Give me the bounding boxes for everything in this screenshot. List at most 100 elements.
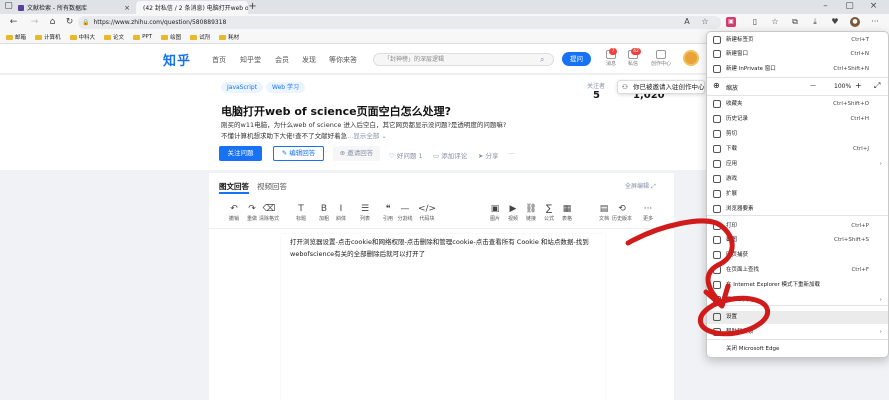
favorite-star-icon[interactable]: ☆ xyxy=(700,17,710,27)
home-icon[interactable]: ⌂ xyxy=(47,17,58,28)
menu-item-shortcut: Ctrl+Shift+S xyxy=(834,237,869,243)
close-window-icon[interactable]: × xyxy=(868,1,879,12)
menu-item-9[interactable]: 扩展 xyxy=(707,188,888,200)
tab-video-answer[interactable]: 视频回答 xyxy=(257,181,287,192)
search-icon[interactable]: ⌕ xyxy=(540,55,544,65)
invite-answer-button[interactable]: ⊕ 邀请回答 xyxy=(333,146,380,161)
refresh-icon[interactable]: ↻ xyxy=(64,17,75,28)
follow-question-button[interactable]: 关注问题 xyxy=(219,146,262,161)
bookmark-drawing[interactable]: 绘图 xyxy=(161,33,181,41)
creator-center-button[interactable]: 创作中心 xyxy=(646,50,676,67)
extension-icon[interactable]: ▣ xyxy=(726,17,736,27)
bookmark-ppt[interactable]: PPT xyxy=(133,34,152,40)
menu-item-5[interactable]: 剪切 xyxy=(707,128,888,140)
minimize-icon[interactable]: – xyxy=(820,1,831,12)
menu-item-0[interactable]: 新建标签页 Ctrl+T xyxy=(707,34,888,46)
bookmark-mail[interactable]: 邮箱 xyxy=(6,33,26,41)
ask-button[interactable]: 提问 xyxy=(562,52,591,66)
toolbar-button-9[interactable]: </> 代码块 xyxy=(417,204,437,222)
nav-discover[interactable]: 发现 xyxy=(302,55,316,65)
creator-icon xyxy=(656,50,666,59)
profile-avatar[interactable]: ● xyxy=(850,17,860,27)
chevron-right-icon: › xyxy=(879,297,882,303)
menu-item-12[interactable]: 截图 Ctrl+Shift+S xyxy=(707,234,888,246)
toolbar-glyph-icon: ⌫ xyxy=(262,204,276,214)
bookmark-consumables[interactable]: 耗材 xyxy=(219,33,239,41)
menu-item-19[interactable]: 关闭 Microsoft Edge xyxy=(707,343,888,355)
toolbar-button-15[interactable]: ▤ 文档 xyxy=(594,204,614,222)
tab-zhihu[interactable]: (42 封私信 / 2 条消息) 电脑打开web of... × xyxy=(136,1,248,14)
search-input[interactable]: 「封神榜」的深层逻辑 xyxy=(373,53,554,66)
zoom-in-button[interactable]: + xyxy=(855,81,862,90)
bookmark-papers[interactable]: 论文 xyxy=(104,33,124,41)
maximize-icon[interactable]: ▢ xyxy=(844,1,855,12)
bookmark-ustc[interactable]: 中科大 xyxy=(69,33,95,41)
downloads-icon[interactable]: ⤓ xyxy=(810,17,820,27)
topic-tag[interactable]: JavaScript xyxy=(221,82,264,93)
split-screen-icon[interactable]: ▯ xyxy=(750,17,760,27)
toolbar-button-13[interactable]: ∑ 公式 xyxy=(539,204,559,222)
show-all-link[interactable]: ...显示全部 xyxy=(347,132,381,140)
menu-item-label: 扩展 xyxy=(726,191,738,197)
bookmark-computer[interactable]: 计算机 xyxy=(35,33,61,41)
read-aloud-icon[interactable]: A xyxy=(682,17,692,27)
address-bar[interactable]: 🔒 https://www.zhihu.com/question/5808893… xyxy=(78,16,721,29)
fullscreen-edit-button[interactable]: 全屏编辑 ⤢ xyxy=(625,181,656,191)
menu-item-15[interactable]: 在 Internet Explorer 模式下重新加载 xyxy=(707,279,888,291)
menu-item-16[interactable]: 更多工具 › xyxy=(707,294,888,306)
share-button[interactable]: ➤ 分享 xyxy=(478,150,499,160)
user-avatar[interactable] xyxy=(683,50,699,66)
chevron-down-icon[interactable]: ⌄ xyxy=(381,132,386,140)
fullscreen-icon[interactable]: ⤢ xyxy=(874,81,880,91)
menu-item-17[interactable]: 设置 xyxy=(707,311,888,323)
good-question-button[interactable]: ♡ 好问题 1 xyxy=(389,150,423,160)
new-tab-button[interactable]: + xyxy=(247,1,258,12)
collections-icon[interactable]: ⧉ xyxy=(790,17,800,27)
nav-vip[interactable]: 会员 xyxy=(275,55,289,65)
menu-item-4[interactable]: 历史记录 Ctrl+H xyxy=(707,113,888,125)
settings-more-icon[interactable]: ··· xyxy=(870,17,880,27)
menu-item-6[interactable]: 下载 Ctrl+J xyxy=(707,143,888,155)
menu-item-1[interactable]: 新建窗口 Ctrl+N xyxy=(707,48,888,60)
close-tab-icon[interactable]: × xyxy=(124,4,130,12)
toolbar-button-12[interactable]: ⛓ 链接 xyxy=(521,204,541,222)
tab-text-answer[interactable]: 图文回答 xyxy=(219,181,249,192)
menu-item-8[interactable]: 游戏 xyxy=(707,173,888,185)
nav-zhixuetang[interactable]: 知乎堂 xyxy=(240,55,261,65)
favorites-icon[interactable]: ☆ xyxy=(770,17,780,27)
add-comment-button[interactable]: ▭ 添加评论 xyxy=(433,150,467,160)
more-actions-button[interactable]: ··· xyxy=(508,150,514,158)
nav-waiting[interactable]: 等你来答 xyxy=(329,55,357,65)
back-icon[interactable]: ← xyxy=(8,17,19,28)
toolbar-button-14[interactable]: ▦ 表格 xyxy=(557,204,577,222)
menu-item-11[interactable]: 打印 Ctrl+P xyxy=(707,220,888,232)
creator-invite-popup[interactable]: ⚇ 你已被邀请入驻创作中心 xyxy=(617,80,705,94)
toolbar-button-11[interactable]: ▶ 视频 xyxy=(503,204,523,222)
menu-item-14[interactable]: 在页面上查找 Ctrl+F xyxy=(707,264,888,276)
edit-answer-button[interactable]: ✎ 编辑回答 xyxy=(273,146,324,161)
menu-item-2[interactable]: 新建 InPrivate 窗口 Ctrl+Shift+N xyxy=(707,63,888,75)
bookmark-reagents[interactable]: 试剂 xyxy=(190,33,210,41)
menu-item-3[interactable]: 收藏夹 Ctrl+Shift+O xyxy=(707,98,888,110)
toolbar-button-17[interactable]: ··· 更多 xyxy=(638,204,658,222)
copilot-icon[interactable]: ♥ xyxy=(830,17,840,27)
toolbar-button-0[interactable]: ↶ 撤销 xyxy=(224,204,244,222)
toolbar-button-8[interactable]: — 分割线 xyxy=(395,204,415,222)
toolbar-button-5[interactable]: I 斜体 xyxy=(331,204,351,222)
toolbar-button-10[interactable]: ▣ 图片 xyxy=(485,204,505,222)
toolbar-button-6[interactable]: ☰ 列表 xyxy=(355,204,375,222)
toolbar-button-3[interactable]: T 标题 xyxy=(291,204,311,222)
tab-wos[interactable]: 文献检索 - 所有数据库 × xyxy=(14,1,134,14)
nav-home[interactable]: 首页 xyxy=(212,55,226,65)
menu-item-7[interactable]: 应用 › xyxy=(707,158,888,170)
tab-actions-icon[interactable]: ▢ xyxy=(3,1,14,12)
menu-item-10[interactable]: 浏览器要素 xyxy=(707,203,888,215)
zoom-out-button[interactable]: — xyxy=(810,82,816,89)
toolbar-button-2[interactable]: ⌫ 清除格式 xyxy=(259,204,279,222)
zhihu-logo[interactable]: 知乎 xyxy=(163,50,191,69)
toolbar-button-16[interactable]: ⟲ 历史版本 xyxy=(612,204,632,222)
answer-text[interactable]: 打开浏览器设置-点击cookie和网络权限-点击删除和管理cookie-点击查看… xyxy=(290,236,595,260)
topic-tag[interactable]: Web 学习 xyxy=(266,82,305,93)
menu-item-18[interactable]: 帮助和反馈 › xyxy=(707,326,888,338)
menu-item-13[interactable]: 网页捕获 xyxy=(707,249,888,261)
